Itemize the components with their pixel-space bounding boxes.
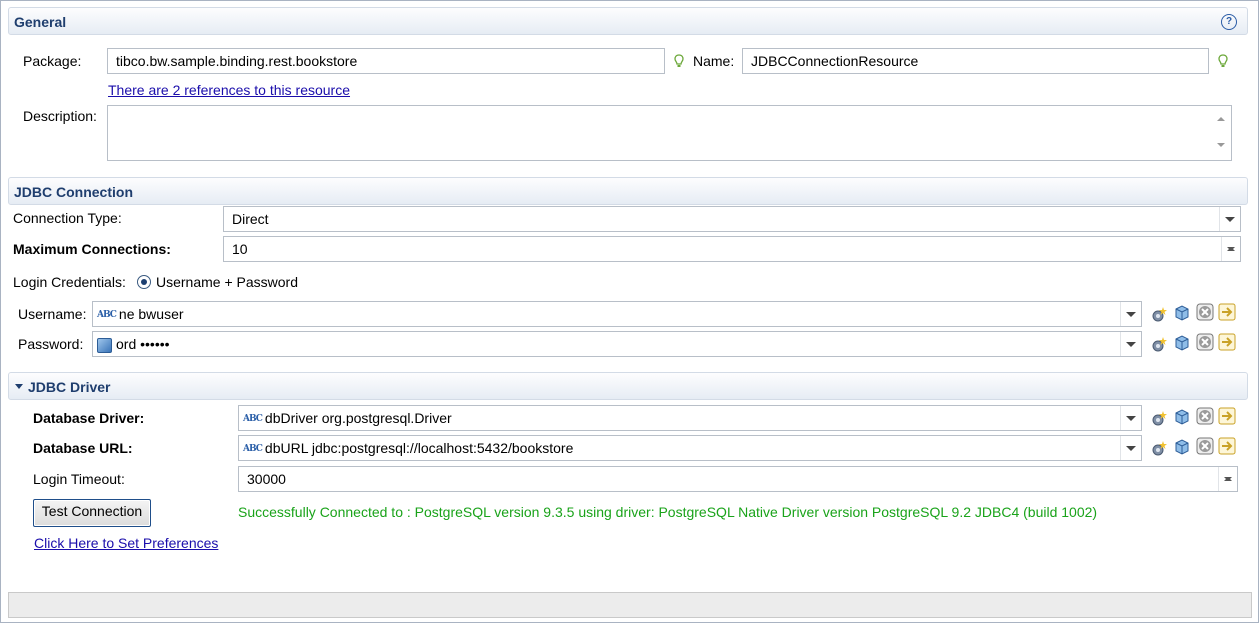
database-driver-combo[interactable]: ABC dbDriver org.postgresql.Driver (238, 405, 1142, 431)
database-driver-label: Database Driver: (33, 410, 145, 426)
username-value: ne bwuser (118, 306, 184, 322)
general-section-header[interactable]: General ? (8, 7, 1248, 35)
chevron-down-icon[interactable] (1120, 406, 1141, 430)
database-url-value: dbURL jdbc:postgresql://localhost:5432/b… (264, 440, 574, 456)
goto-icon[interactable] (1218, 407, 1236, 425)
jdbc-driver-title: JDBC Driver (28, 379, 111, 395)
password-label: Password: (18, 336, 84, 352)
module-property-icon[interactable] (1173, 334, 1191, 352)
module-property-icon[interactable] (1173, 438, 1191, 456)
description-label: Description: (23, 108, 97, 124)
general-section-title: General (14, 14, 67, 30)
chevron-down-icon[interactable] (1120, 436, 1141, 460)
login-timeout-value: 30000 (247, 471, 286, 487)
abc-literal-icon: ABC (243, 414, 263, 425)
database-url-combo[interactable]: ABC dbURL jdbc:postgresql://localhost:543… (238, 435, 1142, 461)
radio-dot (141, 279, 147, 285)
test-connection-button[interactable]: Test Connection (33, 499, 151, 527)
max-connections-spinner[interactable]: 10 (223, 236, 1241, 262)
jdbc-connection-title: JDBC Connection (14, 184, 133, 200)
goto-icon[interactable] (1218, 303, 1236, 321)
login-credentials-option: Username + Password (156, 274, 299, 290)
username-combo[interactable]: ABC ne bwuser (92, 301, 1142, 327)
create-property-icon[interactable] (1150, 335, 1168, 353)
set-preferences-link[interactable]: Click Here to Set Preferences (34, 535, 218, 551)
spinner-buttons[interactable] (1221, 237, 1240, 261)
references-link[interactable]: There are 2 references to this resource (108, 82, 350, 98)
chevron-down-icon[interactable] (1120, 332, 1141, 356)
jdbc-driver-section-header[interactable]: JDBC Driver (8, 372, 1248, 400)
chevron-down-icon[interactable] (1120, 302, 1141, 326)
login-timeout-label: Login Timeout: (33, 471, 125, 487)
name-label: Name: (693, 53, 735, 69)
max-connections-value: 10 (232, 241, 248, 257)
connection-status-message: Successfully Connected to : PostgreSQL v… (238, 504, 1098, 520)
clear-icon[interactable] (1196, 437, 1214, 455)
module-property-icon[interactable] (1173, 408, 1191, 426)
password-value: ord •••••• (116, 336, 170, 352)
abc-literal-icon: ABC (97, 310, 117, 321)
create-property-icon[interactable] (1150, 305, 1168, 323)
jdbc-connection-section-header[interactable]: JDBC Connection (8, 177, 1248, 205)
clear-icon[interactable] (1196, 303, 1214, 321)
spinner-buttons[interactable] (1218, 467, 1237, 491)
max-connections-label: Maximum Connections: (13, 241, 171, 257)
goto-icon[interactable] (1218, 333, 1236, 351)
collapse-triangle-icon[interactable] (15, 384, 23, 389)
create-property-icon[interactable] (1150, 439, 1168, 457)
module-property-icon (97, 337, 112, 353)
description-textarea[interactable] (107, 105, 1232, 161)
package-input[interactable]: tibco.bw.sample.binding.rest.bookstore (107, 48, 665, 74)
database-url-label: Database URL: (33, 440, 133, 456)
abc-literal-icon: ABC (243, 444, 263, 455)
help-icon[interactable]: ? (1221, 14, 1237, 30)
package-label: Package: (23, 53, 82, 69)
description-scrollbar[interactable] (1211, 106, 1231, 160)
username-label: Username: (18, 306, 87, 322)
goto-icon[interactable] (1218, 437, 1236, 455)
password-combo[interactable]: ord •••••• (92, 331, 1142, 357)
create-property-icon[interactable] (1150, 409, 1168, 427)
name-input[interactable]: JDBCConnectionResource (742, 48, 1209, 74)
clear-icon[interactable] (1196, 407, 1214, 425)
login-credentials-radio[interactable] (137, 275, 151, 289)
module-property-icon[interactable] (1173, 304, 1191, 322)
database-driver-value: dbDriver org.postgresql.Driver (264, 410, 452, 426)
login-credentials-label: Login Credentials: (13, 274, 126, 290)
clear-icon[interactable] (1196, 333, 1214, 351)
chevron-down-icon[interactable] (1219, 207, 1240, 231)
login-timeout-spinner[interactable]: 30000 (238, 466, 1238, 492)
lightbulb-icon (674, 54, 684, 67)
status-bar (8, 592, 1252, 618)
connection-type-value: Direct (232, 211, 269, 227)
connection-type-select[interactable]: Direct (223, 206, 1241, 232)
lightbulb-icon (1218, 54, 1228, 67)
connection-type-label: Connection Type: (13, 210, 122, 226)
